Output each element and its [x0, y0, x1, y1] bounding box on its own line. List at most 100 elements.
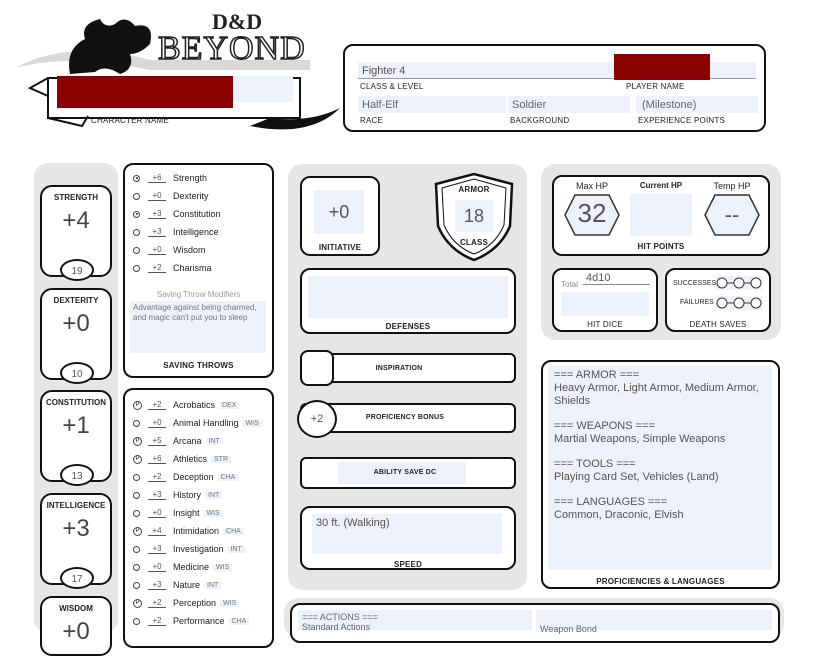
player-name-redaction — [614, 54, 710, 80]
saving-throws-label: SAVING THROWS — [163, 361, 234, 370]
class-level-label: CLASS & LEVEL — [360, 82, 424, 91]
character-name-label: CHARACTER NAME — [91, 116, 169, 125]
skill-attribute: INT — [204, 581, 222, 589]
ability-score[interactable]: 13 — [60, 464, 94, 486]
experience-label: EXPERIENCE POINTS — [638, 116, 725, 125]
proficiency-radio[interactable] — [133, 473, 140, 481]
skill-row[interactable]: +2 Performance CHA — [133, 614, 250, 628]
proficiency-radio[interactable] — [133, 545, 140, 553]
proficiencies-text[interactable]: === ARMOR === Heavy Armor, Light Armor, M… — [548, 366, 772, 570]
hit-dice-field[interactable] — [561, 292, 649, 316]
skill-row[interactable]: +0 Insight WIS — [133, 506, 223, 520]
speed-value[interactable]: 30 ft. (Walking) — [312, 514, 502, 554]
proficiency-radio[interactable] — [133, 563, 140, 571]
defenses-field[interactable] — [308, 276, 508, 318]
save-name: Intelligence — [173, 227, 219, 237]
skill-modifier: +0 — [148, 418, 166, 428]
skill-attribute: WIS — [242, 419, 262, 427]
skill-modifier: +6 — [148, 454, 166, 464]
current-hp-field[interactable] — [630, 194, 692, 236]
ability-score[interactable]: 10 — [60, 362, 94, 384]
proficiency-radio[interactable] — [133, 617, 140, 625]
skill-name: Performance — [173, 616, 225, 626]
ability-intelligence: INTELLIGENCE +3 17 — [40, 493, 112, 589]
skill-name: Nature — [173, 580, 201, 590]
armor-proficiencies: Heavy Armor, Light Armor, Medium Armor, … — [554, 382, 759, 407]
skill-row[interactable]: P +5 Arcana INT — [133, 434, 223, 448]
skill-row[interactable]: P +2 Perception WIS — [133, 596, 240, 610]
save-modifier: +2 — [148, 263, 166, 273]
skill-name: Animal Handling — [173, 418, 239, 428]
proficiency-p-icon[interactable]: P — [133, 598, 142, 608]
background-field[interactable]: Soldier — [508, 96, 630, 113]
ability-modifier: +1 — [62, 412, 90, 439]
weapon-bond-text[interactable]: Weapon Bond — [536, 610, 772, 634]
inspiration-checkbox[interactable] — [300, 350, 334, 386]
skill-attribute: INT — [205, 491, 223, 499]
proficiency-p-icon[interactable]: P — [133, 400, 142, 410]
proficiency-p-icon[interactable]: P — [133, 436, 142, 446]
race-field[interactable]: Half-Elf — [358, 96, 506, 113]
skill-row[interactable]: +3 History INT — [133, 488, 223, 502]
ability-name: WISDOM — [59, 604, 93, 613]
skill-row[interactable]: P +6 Athletics STR — [133, 452, 232, 466]
save-row[interactable]: +2 Charisma — [133, 261, 212, 275]
actions-text[interactable]: === ACTIONS === Standard Actions — [298, 610, 532, 632]
proficiency-radio[interactable] — [133, 246, 140, 254]
save-modifiers-title: Saving Throw Modifiers — [156, 290, 241, 299]
skill-row[interactable]: +0 Animal Handling WIS — [133, 416, 262, 430]
proficiency-p-icon[interactable]: P — [133, 526, 142, 536]
ability-score[interactable]: 17 — [60, 567, 94, 589]
death-save-circles[interactable] — [714, 274, 764, 312]
proficiency-p-icon[interactable]: P — [133, 454, 142, 464]
save-row[interactable]: +3 Intelligence — [133, 225, 219, 239]
proficiency-radio[interactable] — [133, 581, 140, 589]
skill-row[interactable]: +0 Medicine WIS — [133, 560, 233, 574]
proficiency-label: PROFICIENCY BONUS — [365, 414, 445, 421]
skill-modifier: +3 — [148, 544, 166, 554]
languages-list: Common, Draconic, Elvish — [554, 509, 684, 521]
ability-constitution: CONSTITUTION +1 13 — [40, 390, 112, 486]
experience-field[interactable]: (Milestone) — [636, 96, 758, 113]
hit-dice-total-value[interactable]: 4d10 — [583, 272, 650, 285]
failures-label: FAILURES — [680, 299, 714, 306]
ability-wisdom: WISDOM +0 — [40, 596, 112, 656]
player-name-label: PLAYER NAME — [626, 82, 685, 91]
ability-score[interactable]: 19 — [60, 259, 94, 281]
actions-heading: === ACTIONS === — [302, 612, 379, 622]
skill-row[interactable]: +2 Deception CHA — [133, 470, 239, 484]
proficiency-radio[interactable] — [133, 509, 140, 517]
skill-row[interactable]: +3 Investigation INT — [133, 542, 245, 556]
skill-attribute: WIS — [203, 509, 223, 517]
proficiency-radio[interactable] — [133, 174, 140, 182]
save-modifiers-text[interactable]: Advantage against being charmed, and mag… — [130, 301, 266, 353]
proficiency-radio[interactable] — [133, 419, 140, 427]
proficiency-radio[interactable] — [133, 228, 140, 236]
initiative-label: INITIATIVE — [318, 243, 362, 252]
initiative-value: +0 — [314, 190, 364, 234]
save-row[interactable]: +6 Strength — [133, 171, 207, 185]
dragon-logo-icon — [69, 19, 151, 74]
save-modifier: +3 — [148, 227, 166, 237]
proficiency-radio[interactable] — [133, 192, 140, 200]
ability-modifier: +0 — [62, 618, 90, 645]
temp-hp-value[interactable]: -- — [703, 202, 761, 228]
character-name-field[interactable] — [233, 76, 293, 102]
ability-name: CONSTITUTION — [46, 398, 106, 407]
save-row[interactable]: +0 Wisdom — [133, 243, 206, 257]
save-name: Wisdom — [173, 245, 206, 255]
armor-label-bottom: CLASS — [459, 238, 489, 247]
beyond-logo: BEYOND — [157, 29, 306, 68]
proficiency-radio[interactable] — [133, 210, 140, 218]
save-row[interactable]: +0 Dexterity — [133, 189, 209, 203]
skill-modifier: +4 — [148, 526, 166, 536]
skill-row[interactable]: P +2 Acrobatics DEX — [133, 398, 240, 412]
proficiency-radio[interactable] — [133, 264, 140, 272]
skill-row[interactable]: P +4 Intimidation CHA — [133, 524, 244, 538]
proficiency-radio[interactable] — [133, 491, 140, 499]
skill-attribute: INT — [205, 437, 223, 445]
save-row[interactable]: +3 Constitution — [133, 207, 221, 221]
skill-row[interactable]: +3 Nature INT — [133, 578, 222, 592]
hit-dice-label: HIT DICE — [587, 320, 623, 329]
skill-modifier: +2 — [148, 616, 166, 626]
